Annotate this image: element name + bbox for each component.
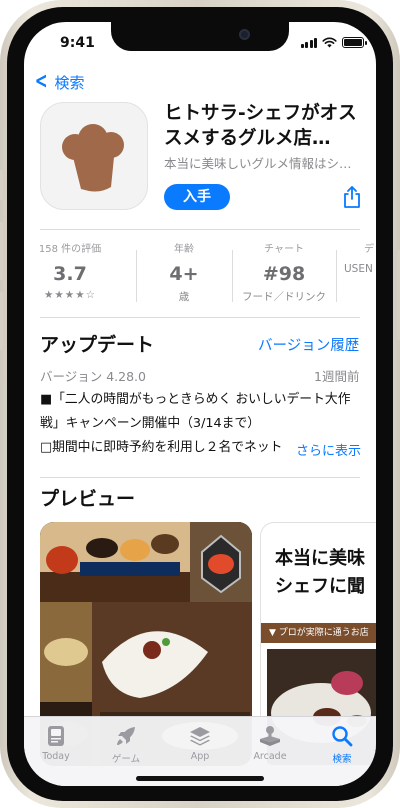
stat-separator	[232, 250, 233, 302]
stat-developer: デ USEN	[336, 236, 376, 275]
tab-arcade[interactable]: Arcade	[240, 724, 300, 762]
tab-apps-label: App	[190, 751, 210, 762]
version-history-link[interactable]: バージョン履歴	[258, 334, 359, 355]
search-icon	[332, 726, 353, 747]
battery-icon	[342, 37, 367, 48]
whatsnew-title: アップデート	[40, 334, 155, 356]
stat-developer-sub: USEN	[344, 263, 373, 275]
stat-ratings: 158 件の評価 3.7 ★★★★☆	[24, 236, 118, 301]
stat-ratings-value: 3.7	[53, 263, 87, 285]
divider	[40, 477, 360, 478]
divider	[40, 317, 360, 318]
back-button[interactable]: < 検索	[32, 69, 85, 94]
stat-age-value: 4+	[169, 263, 199, 285]
phone-frame: 9:41 < 検索 ヒトサラ-シェフがオス スメするグルメ店… 本当に美味しいグ…	[0, 0, 400, 808]
today-icon	[48, 726, 64, 746]
back-label: 検索	[54, 73, 85, 92]
home-indicator[interactable]	[136, 776, 264, 781]
version-number: バージョン 4.28.0	[40, 369, 146, 384]
update-date: 1週間前	[314, 369, 360, 384]
rocket-icon	[117, 727, 135, 745]
preview-2-banner: ▼ プロが実際に通うお店	[261, 623, 376, 643]
stat-age-sub: 歳	[178, 291, 190, 303]
stat-chart-sub: フード／ドリンク	[242, 291, 326, 303]
chevron-left-icon: <	[34, 69, 48, 94]
preview-2-headline: 本当に美味 シェフに聞	[275, 548, 365, 597]
tab-today[interactable]: Today	[26, 724, 86, 762]
stat-chart-value: #98	[262, 263, 306, 285]
stat-age-label: 年齢	[174, 244, 194, 255]
share-icon[interactable]	[342, 186, 362, 208]
tab-arcade-label: Arcade	[253, 751, 287, 762]
cellular-signal-icon	[300, 37, 317, 48]
release-note-line: 戦」キャンペーン開催中（3/14まで）	[40, 416, 261, 431]
stat-age: 年齢 4+ 歳	[136, 236, 232, 304]
status-icons	[300, 37, 367, 48]
volume-down-button	[0, 292, 3, 350]
screen: 9:41 < 検索 ヒトサラ-シェフがオス スメするグルメ店… 本当に美味しいグ…	[24, 22, 376, 786]
tab-games-label: ゲーム	[111, 754, 141, 765]
notch	[111, 22, 289, 51]
tab-apps[interactable]: App	[170, 724, 230, 762]
stat-developer-label: デ	[364, 244, 374, 255]
arcade-icon	[260, 726, 280, 746]
release-note-line: ■「二人の時間がもっときらめく おいしいデート大作	[40, 392, 351, 407]
tab-search[interactable]: 検索	[312, 724, 372, 765]
volume-up-button	[0, 222, 3, 280]
chef-hat-logo	[62, 124, 124, 192]
get-button[interactable]: 入手	[164, 184, 230, 210]
info-stats: 158 件の評価 3.7 ★★★★☆ 年齢 4+ 歳 チャート #98 フード／…	[24, 236, 376, 318]
tab-search-label: 検索	[332, 754, 352, 765]
release-note-line: □期間中に即時予約を利用し２名でネット	[40, 440, 283, 455]
app-subtitle: 本当に美味しいグルメ情報はシ…	[164, 156, 352, 171]
tab-games[interactable]: ゲーム	[96, 724, 156, 765]
status-time: 9:41	[60, 35, 95, 51]
star-rating: ★★★★☆	[43, 289, 97, 301]
stat-ratings-label: 158 件の評価	[38, 244, 102, 255]
more-link[interactable]: さらに表示	[288, 440, 362, 459]
front-camera	[239, 29, 250, 40]
app-title: ヒトサラ-シェフがオス スメするグルメ店…	[164, 103, 357, 149]
stat-chart: チャート #98 フード／ドリンク	[236, 236, 332, 304]
app-icon	[40, 102, 148, 210]
stat-chart-label: チャート	[264, 244, 304, 255]
preview-title: プレビュー	[40, 488, 136, 510]
divider	[40, 229, 360, 230]
tab-today-label: Today	[42, 751, 70, 762]
mute-switch	[0, 170, 3, 200]
app-stack-icon	[190, 727, 210, 746]
wifi-icon	[322, 37, 337, 48]
